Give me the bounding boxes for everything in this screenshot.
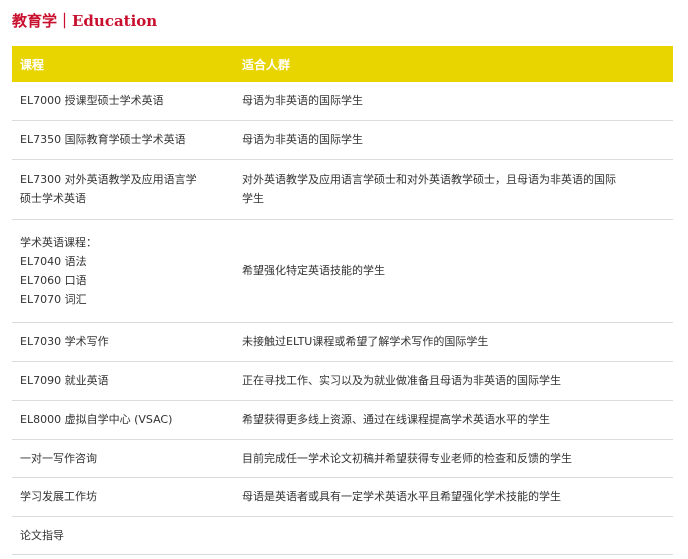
course-cell: EL7350 国际教育学硕士学术英语 bbox=[12, 120, 234, 160]
table-row: EL7300 对外英语教学及应用语言学 硕士学术英语 对外英语教学及应用语言学硕… bbox=[12, 159, 673, 220]
course-text: EL7040 语法 bbox=[20, 254, 87, 268]
table-row: EL7350 国际教育学硕士学术英语 母语为非英语的国际学生 bbox=[12, 120, 673, 160]
course-cell: 学术英语课程： EL7040 语法 EL7060 口语 EL7070 词汇 bbox=[12, 219, 234, 323]
header-row: 课程 适合人群 bbox=[12, 46, 673, 82]
course-text: 一对一写作咨询 bbox=[20, 451, 97, 465]
course-text: EL7090 就业英语 bbox=[20, 374, 109, 387]
course-text: 硕士学术英语 bbox=[20, 192, 86, 205]
audience-text: 母语是英语者或具有一定学术英语水平且希望强化学术技能的学生 bbox=[242, 490, 561, 503]
audience-text: 希望强化特定英语技能的学生 bbox=[242, 264, 385, 277]
table-row: EL8000 虚拟自学中心 (VSAC) 希望获得更多线上资源、通过在线课程提高… bbox=[12, 400, 673, 440]
course-cell: EL7300 对外英语教学及应用语言学 硕士学术英语 bbox=[12, 159, 234, 220]
audience-text: 母语为非英语的国际学生 bbox=[242, 133, 363, 146]
audience-cell bbox=[234, 516, 673, 555]
course-text: EL8000 虚拟自学中心 (VSAC) bbox=[20, 413, 173, 426]
table-row: EL7030 学术写作 未接触过ELTU课程或希望了解学术写作的国际学生 bbox=[12, 322, 673, 362]
course-table: 课程 适合人群 EL7000 授课型硕士学术英语 母语为非英语的国际学生 EL7… bbox=[12, 46, 673, 555]
audience-cell: 目前完成任一学术论文初稿并希望获得专业老师的检查和反馈的学生 bbox=[234, 439, 673, 478]
course-text: EL7350 国际教育学硕士学术英语 bbox=[20, 133, 186, 146]
course-text: EL7030 学术写作 bbox=[20, 335, 109, 348]
page-title: 教育学｜Education bbox=[12, 12, 158, 30]
audience-cell: 正在寻找工作、实习以及为就业做准备且母语为非英语的国际学生 bbox=[234, 361, 673, 401]
audience-cell: 母语是英语者或具有一定学术英语水平且希望强化学术技能的学生 bbox=[234, 477, 673, 517]
course-text: 学习发展工作坊 bbox=[20, 490, 97, 503]
course-cell: EL8000 虚拟自学中心 (VSAC) bbox=[12, 400, 234, 440]
header-audience: 适合人群 bbox=[234, 46, 673, 82]
course-cell: EL7030 学术写作 bbox=[12, 322, 234, 362]
course-cell: 一对一写作咨询 bbox=[12, 439, 234, 478]
audience-text: 未接触过ELTU课程或希望了解学术写作的国际学生 bbox=[242, 335, 489, 348]
course-cell: EL7000 授课型硕士学术英语 bbox=[12, 82, 234, 121]
table-row: 学术英语课程： EL7040 语法 EL7060 口语 EL7070 词汇 希望… bbox=[12, 219, 673, 323]
table-row: EL7090 就业英语 正在寻找工作、实习以及为就业做准备且母语为非英语的国际学… bbox=[12, 361, 673, 401]
audience-cell: 对外英语教学及应用语言学硕士和对外英语教学硕士，且母语为非英语的国际 学生 bbox=[234, 159, 673, 220]
course-text: EL7070 词汇 bbox=[20, 292, 87, 306]
audience-text: 正在寻找工作、实习以及为就业做准备且母语为非英语的国际学生 bbox=[242, 374, 561, 387]
course-text: EL7300 对外英语教学及应用语言学 bbox=[20, 173, 197, 186]
audience-text: 目前完成任一学术论文初稿并希望获得专业老师的检查和反馈的学生 bbox=[242, 451, 572, 465]
course-text: 论文指导 bbox=[20, 528, 64, 542]
audience-cell: 希望强化特定英语技能的学生 bbox=[234, 219, 673, 323]
audience-cell: 希望获得更多线上资源、通过在线课程提高学术英语水平的学生 bbox=[234, 400, 673, 440]
course-text: EL7060 口语 bbox=[20, 273, 87, 287]
course-cell: 论文指导 bbox=[12, 516, 234, 555]
course-text: 学术英语课程： bbox=[20, 235, 97, 249]
table-row: 一对一写作咨询 目前完成任一学术论文初稿并希望获得专业老师的检查和反馈的学生 bbox=[12, 439, 673, 478]
table-row: 论文指导 bbox=[12, 516, 673, 555]
audience-cell: 母语为非英语的国际学生 bbox=[234, 120, 673, 160]
course-cell: 学习发展工作坊 bbox=[12, 477, 234, 517]
course-text: EL7000 授课型硕士学术英语 bbox=[20, 94, 164, 108]
table-row: 学习发展工作坊 母语是英语者或具有一定学术英语水平且希望强化学术技能的学生 bbox=[12, 477, 673, 517]
table-header: 课程 适合人群 bbox=[12, 46, 673, 82]
audience-text: 母语为非英语的国际学生 bbox=[242, 94, 363, 108]
course-cell: EL7090 就业英语 bbox=[12, 361, 234, 401]
audience-cell: 母语为非英语的国际学生 bbox=[234, 82, 673, 121]
audience-text: 对外英语教学及应用语言学硕士和对外英语教学硕士，且母语为非英语的国际 bbox=[242, 173, 616, 186]
audience-text: 学生 bbox=[242, 192, 264, 205]
table-row: EL7000 授课型硕士学术英语 母语为非英语的国际学生 bbox=[12, 82, 673, 121]
audience-text: 希望获得更多线上资源、通过在线课程提高学术英语水平的学生 bbox=[242, 413, 550, 426]
audience-cell: 未接触过ELTU课程或希望了解学术写作的国际学生 bbox=[234, 322, 673, 362]
header-course: 课程 bbox=[12, 46, 234, 82]
